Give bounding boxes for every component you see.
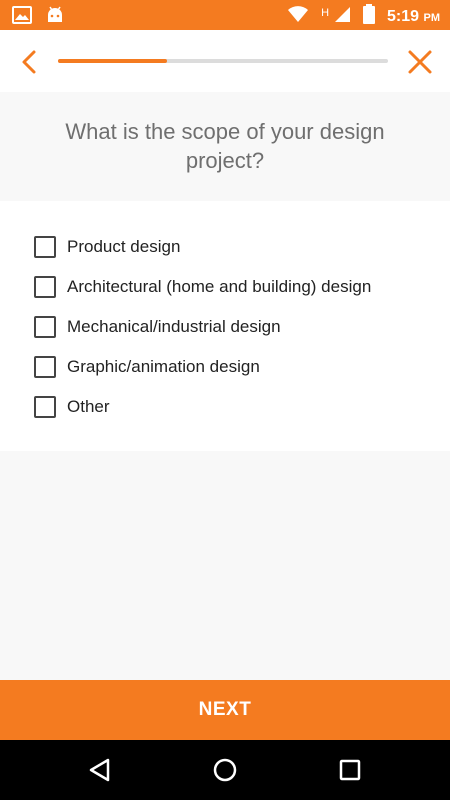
- options-list: Product design Architectural (home and b…: [0, 201, 450, 451]
- option-label: Architectural (home and building) design: [67, 277, 372, 296]
- question-section: What is the scope of your design project…: [0, 92, 450, 200]
- option-architectural-design[interactable]: Architectural (home and building) design: [34, 272, 371, 302]
- option-label: Product design: [67, 237, 181, 256]
- toolbar: [0, 30, 450, 92]
- progress-bar: [58, 59, 388, 63]
- recents-square-icon: [339, 759, 361, 781]
- checkbox[interactable]: [34, 236, 56, 258]
- option-other[interactable]: Other: [34, 392, 110, 422]
- close-icon: [408, 50, 432, 74]
- network-type-label: H: [321, 6, 330, 19]
- option-mechanical-design[interactable]: Mechanical/industrial design: [34, 312, 281, 342]
- option-label: Other: [67, 397, 110, 416]
- status-left-icons: [12, 6, 64, 29]
- signal-icon: [333, 5, 351, 28]
- checkbox[interactable]: [34, 316, 56, 338]
- close-button[interactable]: [404, 46, 436, 78]
- status-bar: H 5:19 PM: [0, 0, 450, 30]
- battery-icon: [363, 4, 376, 29]
- back-button[interactable]: [14, 46, 46, 78]
- option-graphic-design[interactable]: Graphic/animation design: [34, 352, 260, 382]
- question-text: What is the scope of your design project…: [65, 119, 385, 173]
- checkbox[interactable]: [34, 276, 56, 298]
- option-label: Graphic/animation design: [67, 357, 260, 376]
- nav-home-button[interactable]: [209, 754, 241, 786]
- option-label: Mechanical/industrial design: [67, 317, 281, 336]
- status-right-icons: H 5:19 PM: [287, 4, 440, 29]
- progress-fill: [58, 59, 167, 63]
- nav-bar: [0, 740, 450, 800]
- option-product-design[interactable]: Product design: [34, 232, 180, 262]
- android-icon: [46, 6, 64, 29]
- wifi-icon: [287, 5, 309, 28]
- nav-back-button[interactable]: [84, 754, 116, 786]
- status-time: 5:19 PM: [387, 7, 440, 25]
- checkbox[interactable]: [34, 396, 56, 418]
- checkbox[interactable]: [34, 356, 56, 378]
- next-button[interactable]: NEXT: [0, 680, 450, 740]
- home-circle-icon: [213, 758, 237, 782]
- image-icon: [12, 6, 32, 29]
- back-triangle-icon: [89, 758, 110, 782]
- chevron-left-icon: [22, 50, 36, 74]
- nav-recents-button[interactable]: [334, 754, 366, 786]
